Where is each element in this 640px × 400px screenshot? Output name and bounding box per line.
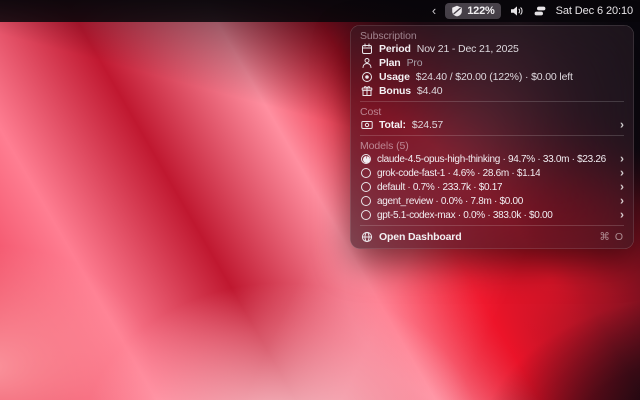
person-icon	[360, 57, 373, 69]
chevron-right-icon: ›	[620, 119, 624, 131]
speaker-icon	[510, 5, 524, 17]
period-label: Period	[379, 43, 411, 55]
record-icon	[360, 71, 373, 83]
model-row-text: grok-code-fast-1 · 4.6% · 28.6m · $1.14	[377, 168, 540, 179]
globe-icon	[360, 231, 373, 243]
model-row-text: default · 0.7% · 233.7k · $0.17	[377, 182, 502, 193]
models-header: Models (5)	[350, 139, 634, 152]
model-row-text: claude-4.5-opus-high-thinking · 94.7% · …	[377, 154, 606, 165]
subscription-row-period: Period Nov 21 - Dec 21, 2025	[350, 42, 634, 56]
usage-app-shield-icon	[451, 5, 463, 17]
model-row-grok-code-fast-1[interactable]: grok-code-fast-1 · 4.6% · 28.6m · $1.14 …	[350, 166, 634, 180]
plan-label: Plan	[379, 57, 401, 69]
period-value: Nov 21 - Dec 21, 2025	[417, 43, 519, 55]
menubar-right-cluster: ‹ 122% Sat Dec 6 20:10	[432, 3, 640, 19]
usage-menubar-item[interactable]: 122%	[445, 3, 500, 19]
subscription-row-plan: Plan Pro	[350, 56, 634, 70]
model-usage-pie-icon	[361, 154, 371, 164]
chevron-right-icon: ›	[620, 153, 624, 165]
section-divider	[360, 101, 624, 102]
subscription-header: Subscription	[350, 29, 634, 42]
model-row-claude-4-5-opus-high-thinking[interactable]: claude-4.5-opus-high-thinking · 94.7% · …	[350, 152, 634, 166]
chevron-right-icon: ›	[620, 181, 624, 193]
model-usage-pie-icon	[361, 210, 371, 220]
stacked-pills-menubar-item[interactable]	[533, 5, 547, 17]
open-dashboard-button[interactable]: Open Dashboard ⌘ O	[350, 229, 634, 244]
cost-total-row[interactable]: Total: $24.57 ›	[350, 118, 634, 132]
bonus-label: Bonus	[379, 85, 411, 97]
banknote-icon	[360, 119, 373, 131]
model-row-text: agent_review · 0.0% · 7.8m · $0.00	[377, 196, 523, 207]
chevron-right-icon: ›	[620, 167, 624, 179]
chevron-right-icon: ›	[620, 195, 624, 207]
usage-value: $24.40 / $20.00 (122%) · $0.00 left	[416, 71, 573, 83]
model-row-agent-review[interactable]: agent_review · 0.0% · 7.8m · $0.00 ›	[350, 194, 634, 208]
menubar-clock[interactable]: Sat Dec 6 20:10	[556, 5, 633, 17]
model-usage-pie-icon	[361, 168, 371, 178]
menu-bar: ‹ 122% Sat Dec 6 20:10	[0, 0, 640, 22]
plan-value: Pro	[407, 57, 423, 69]
subscription-row-usage: Usage $24.40 / $20.00 (122%) · $0.00 lef…	[350, 70, 634, 84]
subscription-row-bonus: Bonus $4.40	[350, 84, 634, 98]
model-row-text: gpt-5.1-codex-max · 0.0% · 383.0k · $0.0…	[377, 210, 553, 221]
total-label: Total:	[379, 119, 406, 131]
volume-menubar-item[interactable]	[510, 5, 524, 17]
model-usage-pie-icon	[361, 196, 371, 206]
chevron-right-icon: ›	[620, 209, 624, 221]
section-divider	[360, 225, 624, 226]
model-row-default[interactable]: default · 0.7% · 233.7k · $0.17 ›	[350, 180, 634, 194]
model-row-gpt-5-1-codex-max[interactable]: gpt-5.1-codex-max · 0.0% · 383.0k · $0.0…	[350, 208, 634, 222]
open-dashboard-shortcut: ⌘ O	[599, 231, 624, 243]
stacked-pills-icon	[533, 5, 547, 17]
menubar-collapse-chevron-icon[interactable]: ‹	[432, 4, 436, 17]
cost-header: Cost	[350, 105, 634, 118]
model-usage-pie-icon	[361, 182, 371, 192]
section-divider	[360, 135, 624, 136]
gift-icon	[360, 85, 373, 97]
calendar-icon	[360, 43, 373, 55]
usage-percent-label: 122%	[467, 5, 494, 17]
open-dashboard-label: Open Dashboard	[379, 231, 462, 243]
bonus-value: $4.40	[417, 85, 443, 97]
usage-label: Usage	[379, 71, 410, 83]
total-value: $24.57	[412, 119, 443, 131]
usage-dropdown-panel: Subscription Period Nov 21 - Dec 21, 202…	[350, 25, 634, 249]
